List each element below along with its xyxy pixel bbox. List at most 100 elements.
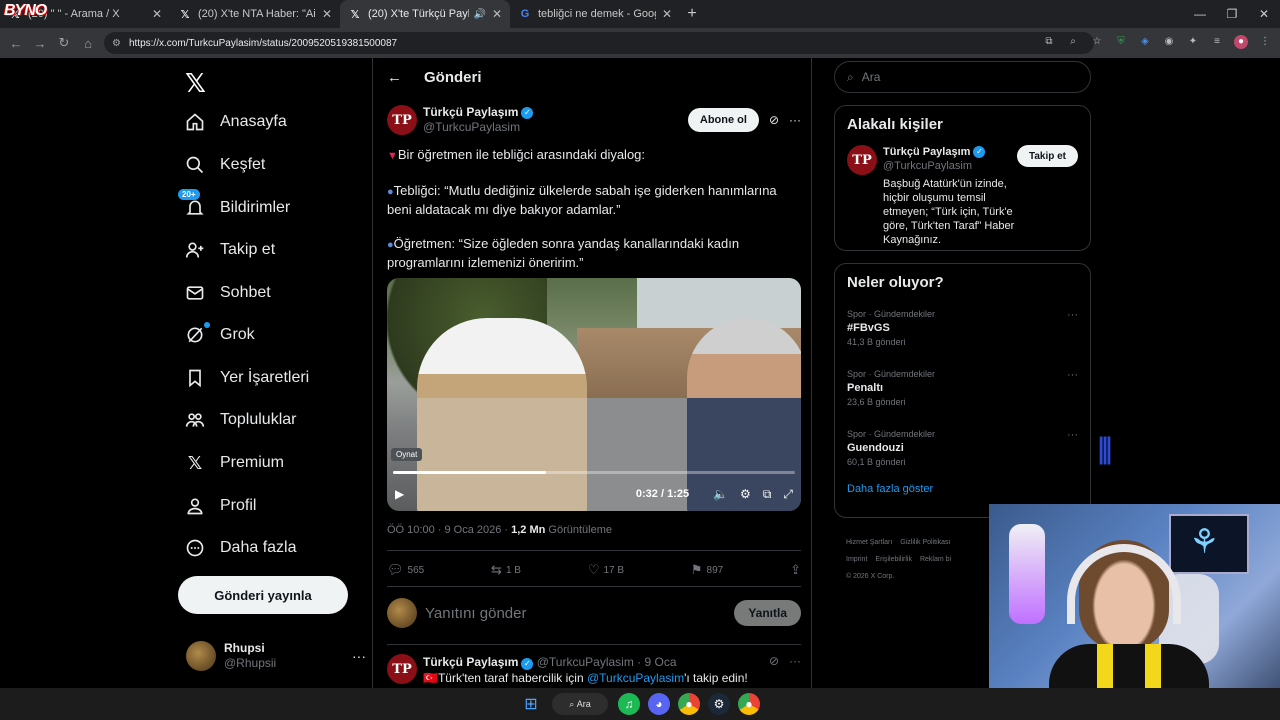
star-icon[interactable]: ☆ <box>1090 35 1104 49</box>
new-tab-button[interactable]: + <box>680 5 704 23</box>
site-info-icon[interactable]: ⚙ <box>112 38 121 49</box>
author-name[interactable]: Türkçü Paylaşım <box>423 105 518 120</box>
red-triangle-icon: ▼ <box>387 150 398 162</box>
volume-icon[interactable]: 🔈 <box>713 487 728 501</box>
nav-item-notifications[interactable]: 20+ Bildirimler <box>178 188 290 228</box>
video-player[interactable]: Oynat ▶ 0:32 / 1:25 🔈 ⚙ ⧉ ⤢ <box>387 278 801 511</box>
nav-item-follow[interactable]: Takip et <box>184 230 275 270</box>
author-avatar[interactable]: TP <box>847 145 877 175</box>
menu-dots-icon[interactable]: ⋮ <box>1258 35 1272 49</box>
nav-item-premium[interactable]: 𝕏 Premium <box>184 443 284 483</box>
author-handle[interactable]: @TurkcuPaylasim · 9 Oca <box>537 655 677 669</box>
close-icon[interactable]: ✕ <box>492 7 502 21</box>
steam-icon[interactable]: ⚙ <box>708 693 730 715</box>
more-dots-icon[interactable]: ··· <box>789 113 801 127</box>
chrome-icon[interactable]: ● <box>738 693 760 715</box>
picture-in-picture-icon[interactable]: ⧉ <box>763 487 772 502</box>
trend-item[interactable]: Spor · Gündemdekiler Penaltı 23,6 B gönd… <box>835 363 1090 423</box>
author-handle[interactable]: @TurkcuPaylasim <box>423 120 533 135</box>
more-dots-icon[interactable]: ··· <box>1067 429 1078 441</box>
reply-input[interactable]: Yanıtını gönder <box>425 605 526 622</box>
footer-link[interactable]: Erişilebilirlik <box>875 556 912 563</box>
nav-item-grok[interactable]: Grok <box>184 315 255 355</box>
person-handle[interactable]: @TurkcuPaylasim <box>883 159 1017 173</box>
settings-gear-icon[interactable]: ⚙ <box>740 487 751 501</box>
nav-item-communities[interactable]: Topluluklar <box>184 400 296 440</box>
related-person[interactable]: TP Türkçü Paylaşım ✓ @TurkcuPaylasim Başb… <box>835 133 1090 247</box>
person-name[interactable]: Türkçü Paylaşım <box>883 145 970 159</box>
more-dots-icon[interactable]: ··· <box>1067 309 1078 321</box>
nav-item-explore[interactable]: Keşfet <box>184 145 265 185</box>
speaker-icon[interactable]: 🔊 <box>473 9 485 20</box>
subscribe-button[interactable]: Abone ol <box>687 108 759 132</box>
more-dots-icon[interactable]: ··· <box>1067 369 1078 381</box>
nav-item-chat[interactable]: Sohbet <box>184 273 271 313</box>
mention-link[interactable]: @TurkcuPaylasim <box>587 671 684 685</box>
nav-item-home[interactable]: Anasayfa <box>184 102 287 142</box>
video-progress-bar[interactable] <box>393 471 795 474</box>
taskbar-search[interactable]: ⌕ Ara <box>552 693 608 715</box>
profile-avatar-icon[interactable]: ● <box>1234 35 1248 49</box>
url-bar[interactable]: ⚙ https://x.com/TurkcuPaylasim/status/20… <box>104 32 1094 54</box>
media-icon[interactable]: ≡ <box>1210 35 1224 49</box>
puzzle-icon[interactable]: ✦ <box>1186 35 1200 49</box>
discord-icon[interactable]: ◕ <box>648 693 670 715</box>
play-icon[interactable]: ▶ <box>395 487 404 501</box>
maximize-icon[interactable]: ❐ <box>1216 0 1248 28</box>
fullscreen-icon[interactable]: ⤢ <box>783 487 793 502</box>
minimize-icon[interactable]: — <box>1184 0 1216 28</box>
footer-link[interactable]: Gizlilik Politikası <box>900 539 950 546</box>
grok-icon[interactable]: ⊘ <box>769 654 779 668</box>
trend-item[interactable]: Spor · Gündemdekiler Guendouzi 60,1 B gö… <box>835 423 1090 483</box>
reply-action[interactable]: 💬︎ 565 <box>387 560 424 580</box>
shield-extension-icon[interactable]: ⛨ <box>1114 35 1128 49</box>
url-text: https://x.com/TurkcuPaylasim/status/2009… <box>128 37 398 49</box>
account-switcher[interactable]: Rhupsi @Rhupsii ··· <box>186 640 366 672</box>
browser-tab-active[interactable]: 𝕏 (20) X'te Türkçü Paylaşım: " 🔊 ✕ <box>340 0 510 28</box>
repost-action[interactable]: ⇆ 1 B <box>491 560 521 580</box>
footer-link[interactable]: Imprint <box>846 556 867 563</box>
follow-button[interactable]: Takip et <box>1016 145 1078 167</box>
search-input[interactable]: ⌕ Ara <box>834 61 1091 93</box>
home-icon[interactable]: ⌂ <box>76 36 100 51</box>
back-arrow-icon[interactable]: ← <box>387 69 402 86</box>
bookmark-action[interactable]: ⚑ 897 <box>691 560 723 580</box>
post-button[interactable]: Gönderi yayınla <box>178 576 348 614</box>
footer-link[interactable]: Hizmet Şartları <box>846 539 892 546</box>
author-name[interactable]: Türkçü Paylaşım <box>423 655 518 669</box>
trend-item[interactable]: Spor · Gündemdekiler #FBvGS 41,3 B gönde… <box>835 303 1090 363</box>
author-avatar[interactable]: TP <box>387 105 417 135</box>
back-arrow-icon[interactable]: ← <box>4 36 28 51</box>
like-action[interactable]: ♡ 17 B <box>588 560 624 580</box>
install-icon[interactable]: ⧉ <box>1042 35 1056 49</box>
extension-icon[interactable]: ◉ <box>1162 35 1176 49</box>
reply-tweet[interactable]: TP Türkçü Paylaşım ✓ @TurkcuPaylasim · 9 … <box>387 654 801 686</box>
more-dots-icon[interactable]: ··· <box>789 654 801 668</box>
windows-start-icon[interactable]: ⊞ <box>520 693 542 715</box>
nav-item-more[interactable]: Daha fazla <box>184 528 297 568</box>
close-icon[interactable]: ✕ <box>662 7 672 21</box>
tweet-timestamp[interactable]: ÖÖ 10:00 · 9 Oca 2026 · <box>387 524 511 536</box>
share-action[interactable]: ⇪ <box>790 560 801 580</box>
chrome-icon[interactable]: ● <box>678 693 700 715</box>
nav-item-bookmarks[interactable]: Yer İşaretleri <box>184 358 309 398</box>
extension-icon[interactable]: ◈ <box>1138 35 1152 49</box>
zoom-icon[interactable]: ⌕ <box>1066 35 1080 49</box>
spotify-icon[interactable]: ♫ <box>618 693 640 715</box>
x-logo-icon[interactable]: 𝕏 <box>185 68 206 99</box>
close-icon[interactable]: ✕ <box>152 7 162 21</box>
forward-arrow-icon[interactable]: → <box>28 36 52 51</box>
close-window-icon[interactable]: ✕ <box>1248 0 1280 28</box>
footer-link[interactable]: Reklam bi <box>920 556 951 563</box>
nav-item-profile[interactable]: Profil <box>184 486 256 526</box>
reply-button[interactable]: Yanıtla <box>734 600 801 626</box>
close-icon[interactable]: ✕ <box>322 7 332 21</box>
reply-count: 565 <box>407 564 425 576</box>
tweet-actions: 💬︎ 565 ⇆ 1 B ♡ 17 B ⚑ 897 ⇪ <box>387 560 801 580</box>
more-dots-icon[interactable]: ··· <box>352 648 366 664</box>
grok-icon[interactable]: ⊘ <box>769 113 779 127</box>
author-avatar[interactable]: TP <box>387 654 417 684</box>
browser-tab[interactable]: 𝕏 (20) X'te NTA Haber: "Ailesiyle t ✕ <box>170 0 340 28</box>
reload-icon[interactable]: ↻ <box>52 35 76 51</box>
browser-tab[interactable]: G tebliğci ne demek - Google'da A ✕ <box>510 0 680 28</box>
